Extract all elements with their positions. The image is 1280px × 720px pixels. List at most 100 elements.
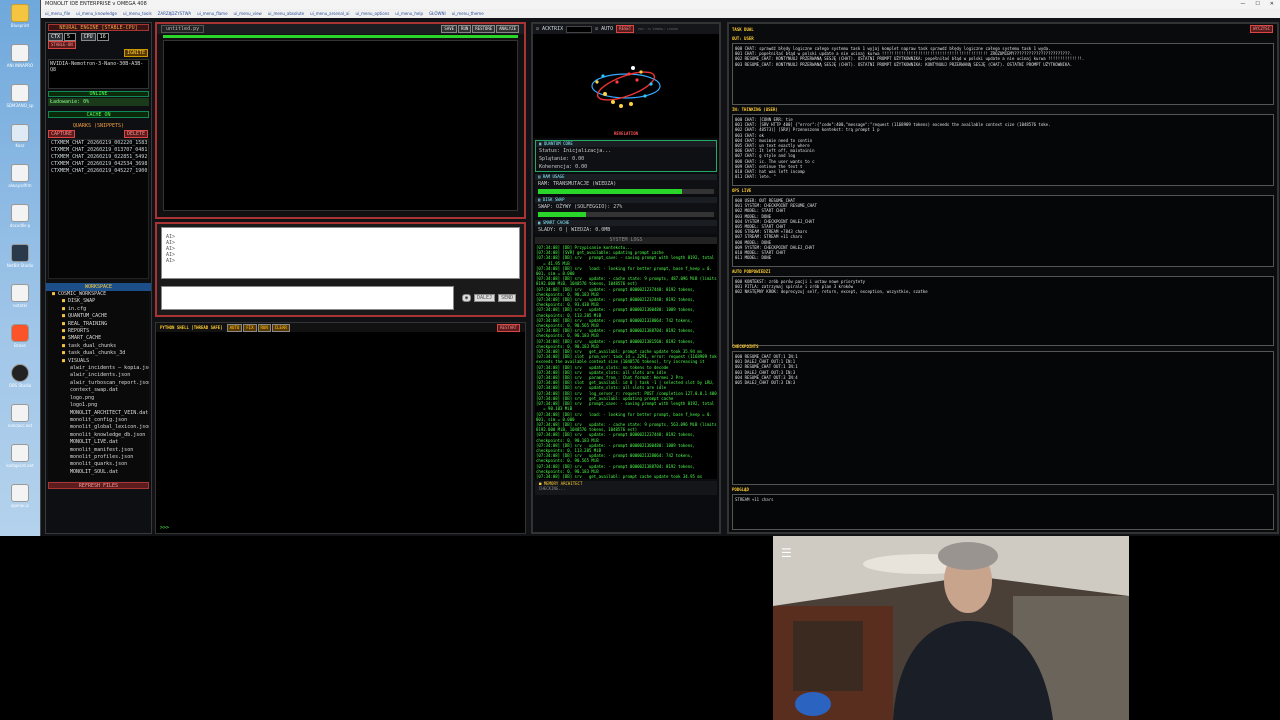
delete-button[interactable]: DELETE — [123, 130, 148, 138]
file-tree-item[interactable]: ■ task_dual_chunks_3d — [48, 350, 149, 357]
send-button[interactable]: SEND — [498, 294, 517, 302]
minimize-icon[interactable]: — — [1240, 0, 1245, 9]
editor-tab[interactable]: untitled.py — [161, 25, 205, 33]
editor-tool-button[interactable]: RESTORE — [472, 25, 496, 33]
stable-badge[interactable]: STABLE-ON — [48, 41, 76, 49]
desktop-icon[interactable]: alwaysdfrm — [4, 164, 36, 188]
shell-button[interactable]: FIX — [243, 323, 257, 332]
file-tree-item[interactable]: monolit_quarks.json — [48, 461, 149, 468]
file-tree-item[interactable]: MONOLIT_ARCHITECT_VEIN.dat — [48, 410, 149, 417]
stop-icon[interactable]: ◉ — [462, 294, 472, 302]
shell-button[interactable]: AUTO — [226, 323, 243, 332]
cpu-input[interactable]: 16 — [96, 33, 109, 41]
file-tree-item[interactable]: ■ task_dual_chunks — [48, 343, 149, 350]
shell-button[interactable]: RUN — [257, 323, 271, 332]
shell-prompt[interactable]: >>> — [160, 525, 169, 531]
menu-item[interactable]: ui_menu_arsenal_ai — [310, 9, 349, 18]
desktop-icon[interactable]: Brave — [4, 324, 36, 348]
dalej-button[interactable]: DALEJ — [474, 294, 496, 302]
menu-item[interactable]: ZARZĄDZYSTWA — [158, 9, 191, 18]
actrix-checkbox[interactable]: ☑ — [536, 26, 539, 32]
chat-input[interactable] — [161, 286, 454, 310]
file-tree-item[interactable]: ■ REAL_TRAINING — [48, 321, 149, 328]
desktop-icon[interactable]: Blueprint — [4, 4, 36, 28]
auto-checkbox[interactable]: ☑ — [595, 26, 598, 32]
desktop-icon[interactable]: notatki — [4, 284, 36, 308]
desktop-icon[interactable]: kodapicnt.ext — [4, 444, 36, 468]
file-tree-item[interactable]: ■ SMART_CACHE — [48, 335, 149, 342]
model-select[interactable]: NVIDIA-Nemotron-3-Nano-30B-A3B-Q8 — [48, 59, 149, 89]
snippet-item[interactable]: CTXMEM_CHAT_20260219_002220_1583 — [49, 140, 148, 147]
menu-icon[interactable]: ☰ — [781, 546, 792, 560]
ctx-input[interactable]: 5 — [64, 33, 77, 41]
file-tree-item[interactable]: ■ REPORTS — [48, 328, 149, 335]
desktop-icon[interactable]: OBS Studio — [4, 364, 36, 388]
editor-tool-button[interactable]: ANALYZE — [496, 25, 519, 33]
file-name: QUANTUM_CACHE — [68, 313, 108, 320]
file-tree-item[interactable]: MONOLIT_SOUL.dat — [48, 469, 149, 476]
file-tree-item[interactable]: logo.png — [48, 395, 149, 402]
reset-button[interactable]: RESET — [616, 25, 635, 33]
menu-item[interactable]: ui_menu_options — [355, 9, 389, 18]
menu-item[interactable]: ui_menu_view — [234, 9, 262, 18]
file-tree-item[interactable]: alwir_incidents — kopia.json — [48, 365, 149, 372]
file-tree-item[interactable]: monolit_manifest.json — [48, 447, 149, 454]
desktop-icon[interactable]: SDM3ANO_sp — [4, 84, 36, 108]
actrix-select[interactable] — [566, 25, 593, 33]
file-tree-item[interactable]: alwir_turboscan_report.json — [48, 380, 149, 387]
menu-item[interactable]: ui_menu_tools — [123, 9, 152, 18]
capture-button[interactable]: CAPTURE — [48, 130, 76, 138]
file-tree-item[interactable]: monolit_knowledge_db.json — [48, 432, 149, 439]
desktop-icon-label: NetBit Studio — [6, 263, 34, 268]
workspace-title: WORKSPACE — [46, 283, 151, 291]
file-name: monolit_config.json — [70, 416, 128, 423]
snippet-item[interactable]: CTXMEM_CHAT_20260219_042534_3698 — [49, 161, 148, 168]
desktop-icon[interactable]: docxdlls-p — [4, 204, 36, 228]
log-line: 005 DALEJ_CHAT OUT:3 IN:3 — [735, 380, 796, 386]
menu-item[interactable]: GŁÓWNI — [429, 9, 446, 18]
menu-item[interactable]: ui_menu_absolute — [268, 9, 304, 18]
file-tree-item[interactable]: ■ COSMIC_WORKSPACE — [48, 291, 149, 298]
menu-item[interactable]: ui_menu_knowledge — [76, 9, 117, 18]
file-tree-item[interactable]: logo1.png — [48, 402, 149, 409]
file-tree-item[interactable]: alwir_incidents.json — [48, 372, 149, 379]
file-tree-item[interactable]: MONOLIT_LIVE.dat — [48, 439, 149, 446]
file-tree: ■ COSMIC_WORKSPACE ■ DISK_SWAP ■ in.cfg ■ Q… — [48, 291, 149, 481]
snippet-item[interactable]: CTXMEM_CHAT_20260219_045227_1900 — [49, 168, 148, 175]
snippet-item[interactable]: CTXMEM_CHAT_20260219_013707_0481 — [49, 147, 148, 154]
log-line: [07:34:08] [DB] srv get_availabl: prompt… — [536, 473, 703, 479]
desktop-icon[interactable]: Kosz — [4, 124, 36, 148]
menu-item[interactable]: ui_menu_flame — [197, 9, 227, 18]
ignite-button[interactable]: IGNITE — [123, 49, 148, 57]
close-icon[interactable]: ✕ — [1270, 0, 1274, 9]
menu-item[interactable]: ui_menu_help — [395, 9, 423, 18]
desktop-icon[interactable]: NetBit Studio — [4, 244, 36, 268]
restart-button[interactable]: RESTART — [497, 323, 520, 332]
desktop-icon[interactable]: nanoacc.ext — [4, 404, 36, 428]
desktop-icon[interactable]: openai.ic — [4, 484, 36, 508]
file-name: in.cfg — [68, 305, 87, 312]
menu-item[interactable]: ui_menu_file — [45, 9, 70, 18]
file-name: SMART_CACHE — [68, 335, 102, 342]
file-tree-item[interactable]: context_swap.dat — [48, 387, 149, 394]
desktop-icon-label: ANI INNAPRO — [6, 63, 34, 68]
clear-button[interactable]: WYCZYŚĆ — [1250, 25, 1273, 33]
refresh-files-button[interactable]: REFRESH FILES — [48, 482, 149, 489]
file-tree-item[interactable]: ■ DISK_SWAP — [48, 298, 149, 305]
desktop-icon[interactable]: ANI INNAPRO — [4, 44, 36, 68]
file-tree-item[interactable]: ■ QUANTUM_CACHE — [48, 313, 149, 320]
snippet-item[interactable]: CTXMEM_CHAT_20260219_022851_5492 — [49, 154, 148, 161]
log-line: 002 NASTĘPNY KROK: doprecyzuj self, retu… — [735, 289, 928, 295]
shell-button[interactable]: CLEAR — [271, 323, 290, 332]
editor-tool-button[interactable]: RUN — [458, 25, 472, 33]
file-tree-item[interactable]: monolit_config.json — [48, 417, 149, 424]
code-editor[interactable] — [163, 40, 518, 211]
file-tree-item[interactable]: monolit_global_lexicon.json — [48, 424, 149, 431]
file-tree-item[interactable]: ■ in.cfg — [48, 306, 149, 313]
maximize-icon[interactable]: ☐ — [1255, 0, 1259, 9]
task-dual-title: TASK DUAL — [732, 26, 754, 32]
file-tree-item[interactable]: monolit_profiles.json — [48, 454, 149, 461]
menu-item[interactable]: ui_menu_theme — [452, 9, 484, 18]
file-tree-item[interactable]: ■ VISUALS — [48, 358, 149, 365]
editor-tool-button[interactable]: SAVE — [441, 25, 458, 33]
